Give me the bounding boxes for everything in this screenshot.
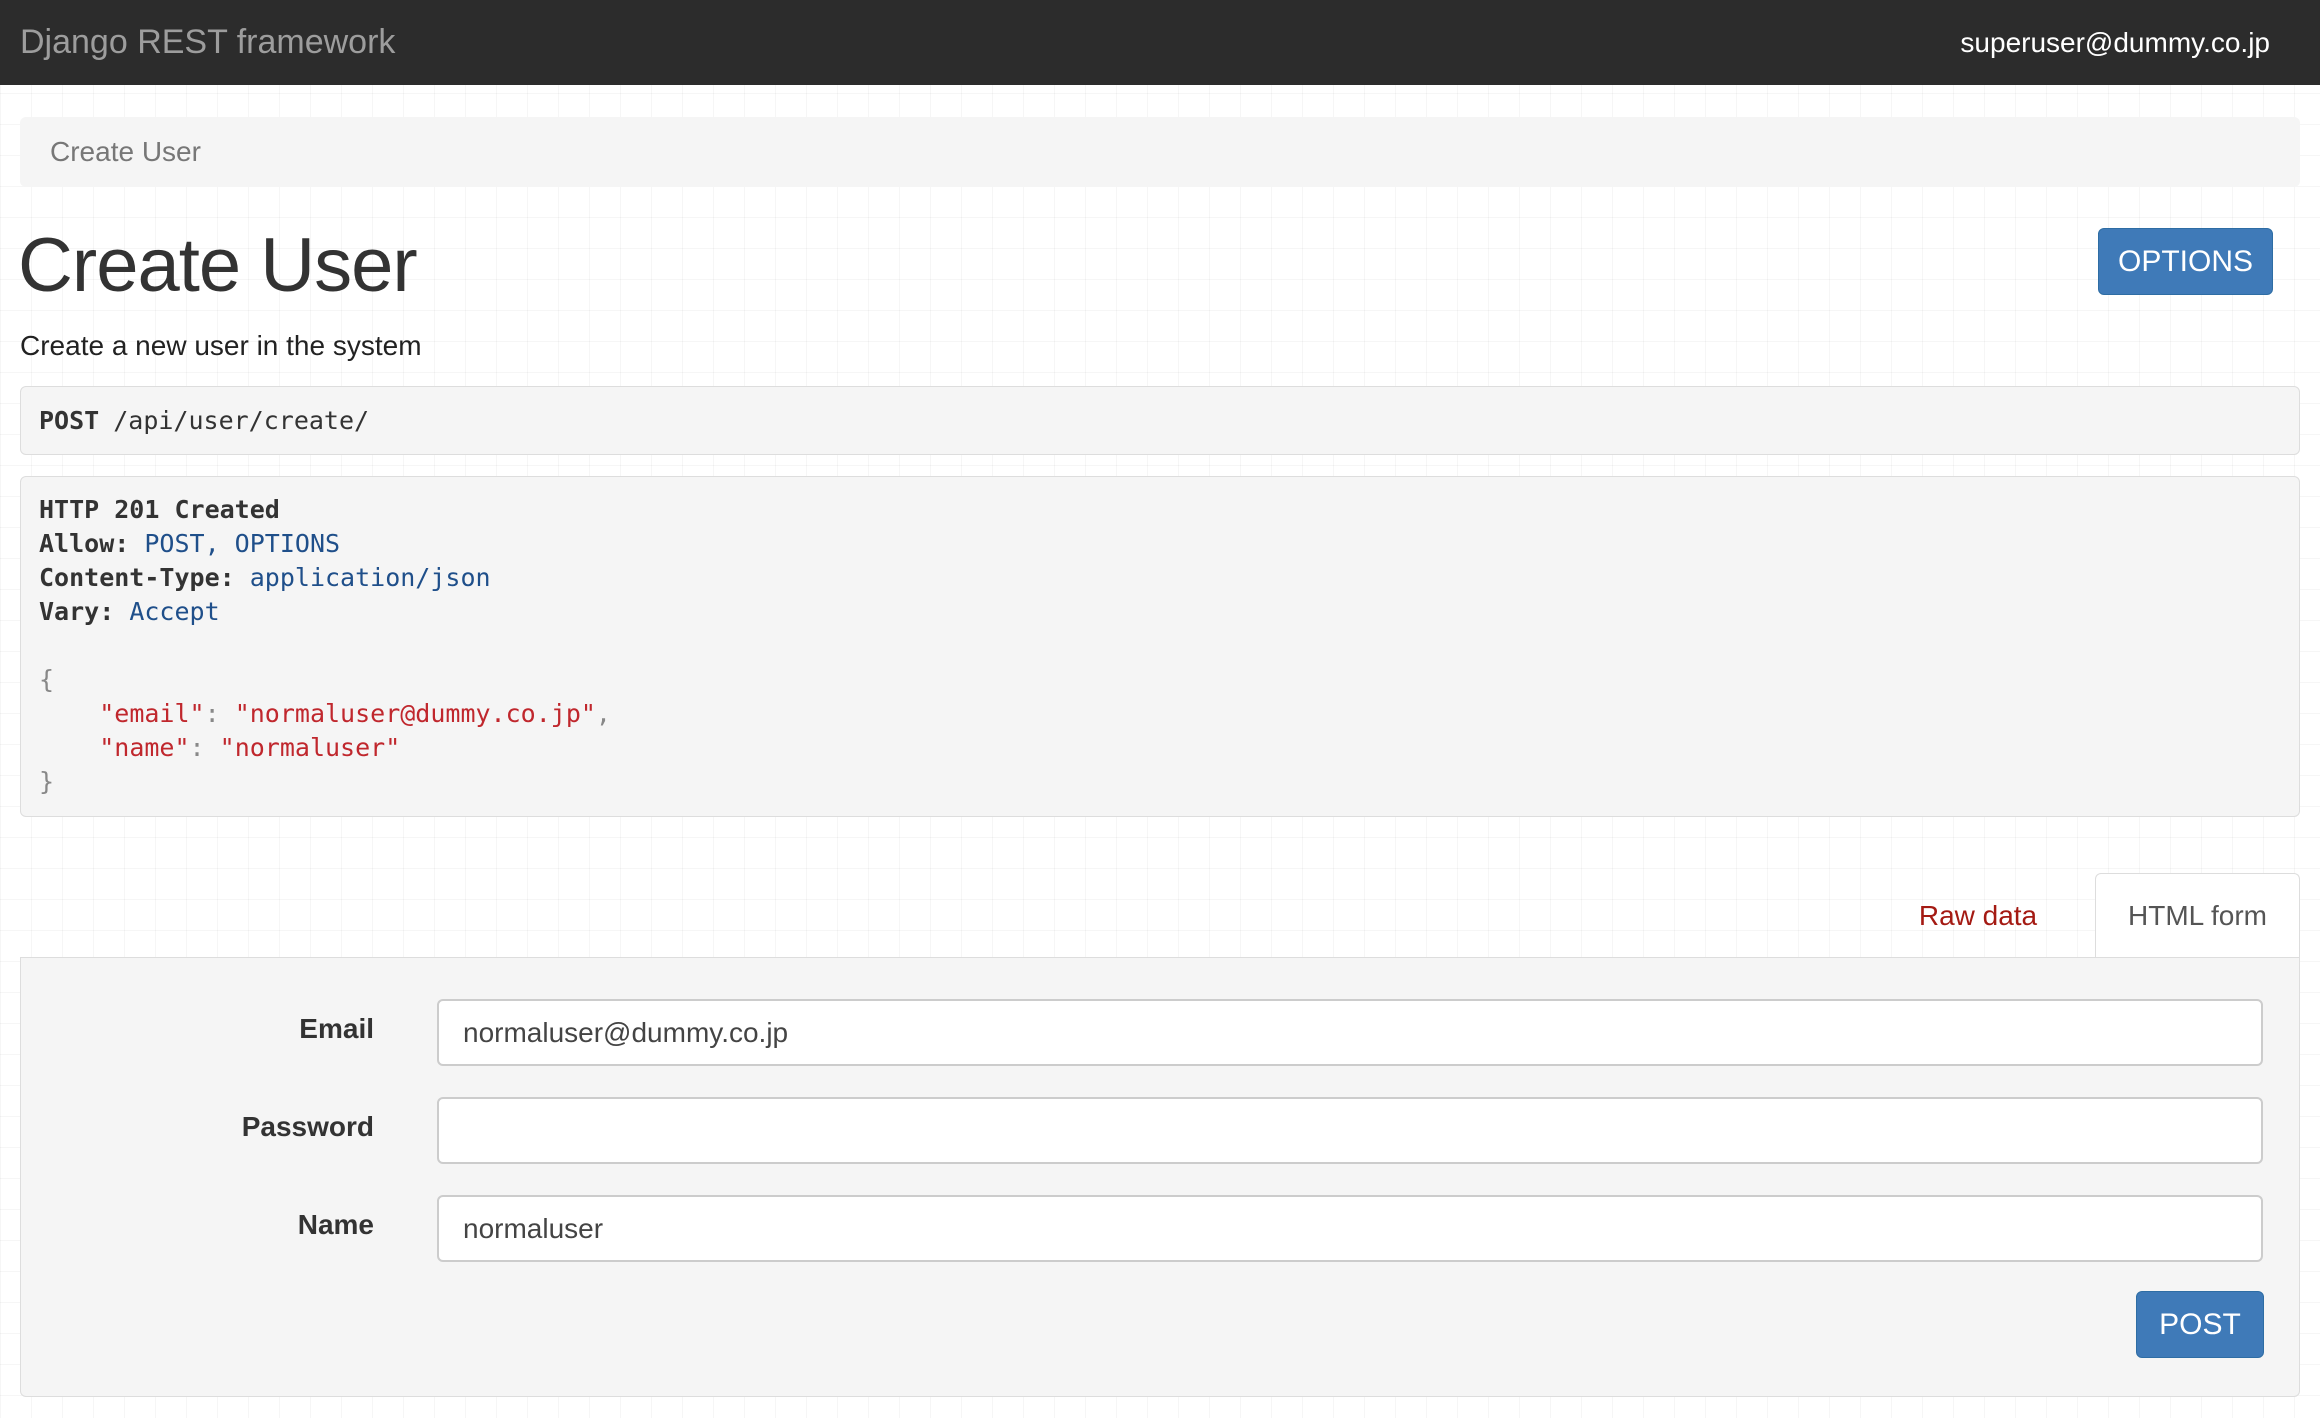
page-description: Create a new user in the system	[20, 330, 422, 361]
post-button[interactable]: POST	[2136, 1291, 2264, 1358]
name-label: Name	[297, 1209, 374, 1240]
json-field-email: "email": "normaluser@dummy.co.jp",	[99, 699, 611, 728]
response-header-vary: Vary: Accept	[39, 597, 220, 626]
response-status: HTTP 201 Created	[39, 495, 280, 524]
options-button[interactable]: OPTIONS	[2098, 228, 2273, 295]
navbar: Django REST framework superuser@dummy.co…	[0, 0, 2320, 85]
json-brace-close: }	[39, 767, 55, 796]
tab-html-form[interactable]: HTML form	[2095, 873, 2300, 958]
breadcrumb-current[interactable]: Create User	[50, 136, 201, 168]
tab-raw-data[interactable]: Raw data	[1893, 873, 2063, 958]
user-menu[interactable]: superuser@dummy.co.jp	[1960, 27, 2270, 59]
name-field[interactable]	[437, 1195, 2263, 1262]
form-tabs: Raw data HTML form	[20, 873, 2300, 958]
response-header-allow: Allow: POST, OPTIONS	[39, 529, 341, 558]
request-method: POST	[39, 406, 100, 435]
brand-link[interactable]: Django REST framework	[20, 23, 395, 62]
response-info: HTTP 201 Created Allow: POST, OPTIONS Co…	[20, 476, 2300, 817]
email-field[interactable]	[437, 999, 2263, 1066]
password-label: Password	[241, 1111, 374, 1142]
json-field-name: "name": "normaluser"	[99, 733, 401, 762]
request-info: POST /api/user/create/	[20, 386, 2300, 455]
html-form-panel: Email Password Name POST	[20, 957, 2300, 1397]
page-title: Create User	[18, 223, 418, 308]
breadcrumb: Create User	[20, 117, 2300, 187]
json-brace-open: {	[39, 665, 55, 694]
request-url: /api/user/create/	[113, 406, 370, 435]
response-header-content-type: Content-Type: application/json	[39, 563, 491, 592]
password-field[interactable]	[437, 1097, 2263, 1164]
email-label: Email	[299, 1013, 374, 1044]
